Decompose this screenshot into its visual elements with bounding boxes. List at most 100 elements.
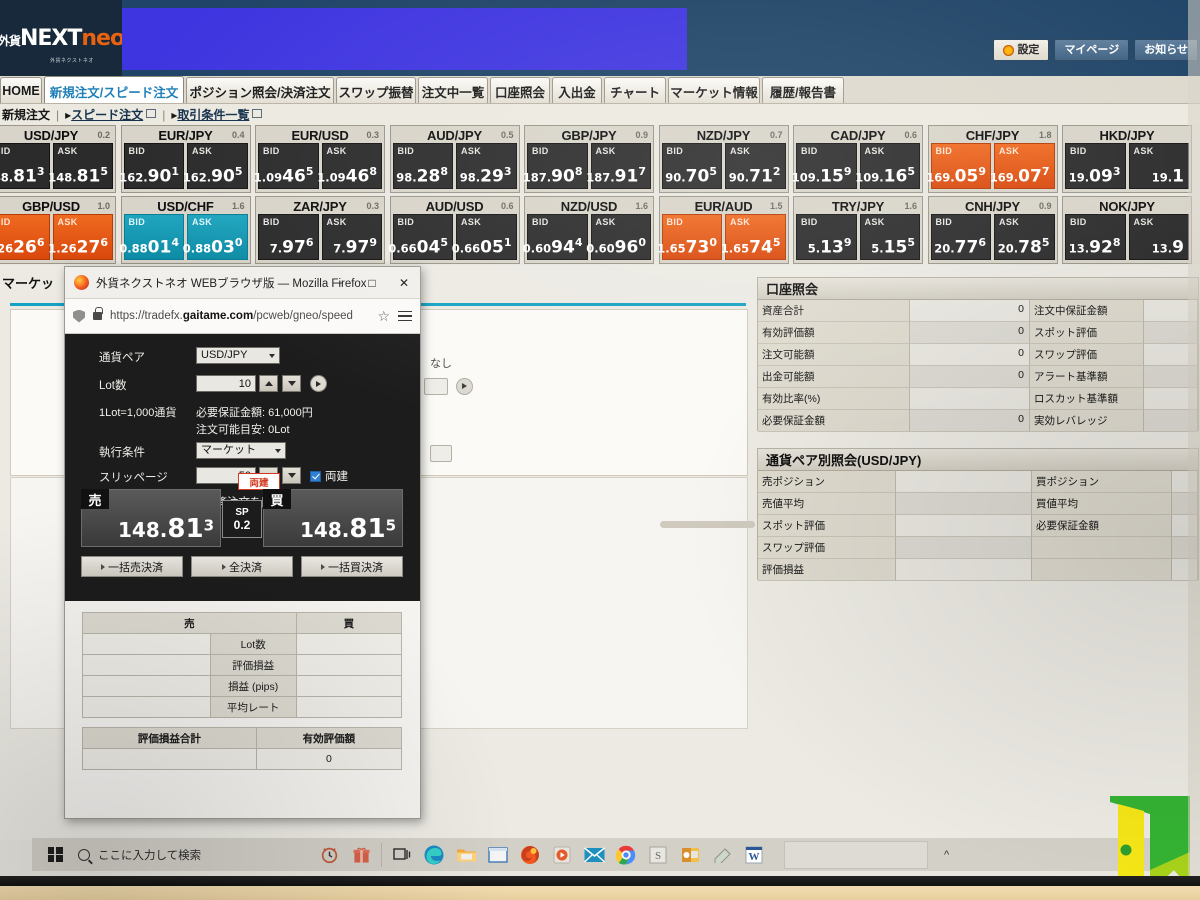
start-button[interactable] bbox=[32, 838, 78, 871]
bulk-buy-close-button[interactable]: 一括買決済 bbox=[301, 556, 403, 577]
lot-input[interactable]: 10 bbox=[196, 375, 256, 392]
tab-9[interactable]: 履歴/報告書 bbox=[762, 77, 844, 104]
bulk-sell-close-button[interactable]: 一括売決済 bbox=[81, 556, 183, 577]
bid-quote[interactable]: BID 0.66045 bbox=[388, 214, 453, 260]
ask-quote[interactable]: ASK 13.9 bbox=[1128, 214, 1189, 260]
sell-price-button[interactable]: 売 148.813 bbox=[81, 489, 221, 547]
ask-quote[interactable]: ASK 20.785 bbox=[994, 214, 1055, 260]
ask-quote[interactable]: ASK 169.077 bbox=[990, 143, 1055, 189]
ask-quote[interactable]: ASK 90.712 bbox=[725, 143, 786, 189]
settings-button[interactable]: 設定 bbox=[993, 39, 1050, 62]
tab-4[interactable]: 注文中一覧 bbox=[418, 77, 488, 104]
ask-quote[interactable]: ASK 19.1 bbox=[1128, 143, 1189, 189]
tab-1[interactable]: 新規注文/スピード注文 bbox=[44, 76, 184, 105]
ask-quote[interactable]: ASK 162.905 bbox=[183, 143, 248, 189]
bookmark-star-icon[interactable]: ☆ bbox=[377, 308, 390, 325]
rate-panel-cad-jpy[interactable]: CAD/JPY 0.6 BID 109.159 ASK 109.165 bbox=[792, 125, 923, 193]
bid-quote[interactable]: BID 90.705 bbox=[661, 143, 722, 189]
tab-2[interactable]: ポジション照会/決済注文 bbox=[186, 77, 334, 104]
lot-increment-button[interactable] bbox=[259, 375, 278, 392]
slippage-decrement-button[interactable] bbox=[282, 467, 301, 484]
rate-panel-cnh-jpy[interactable]: CNH/JPY 0.9 BID 20.776 ASK 20.785 bbox=[927, 196, 1058, 264]
bid-quote[interactable]: BID 98.288 bbox=[392, 143, 453, 189]
ask-quote[interactable]: ASK 148.815 bbox=[48, 143, 113, 189]
ask-quote[interactable]: ASK 1.65745 bbox=[721, 214, 786, 260]
bid-quote[interactable]: BID 1.26266 bbox=[0, 214, 50, 260]
task-view-icon[interactable] bbox=[386, 838, 418, 871]
taskbar-search[interactable]: ここに入力して検索 bbox=[78, 838, 313, 871]
close-all-button[interactable]: 全決済 bbox=[191, 556, 293, 577]
bid-quote[interactable]: BID 19.093 bbox=[1065, 143, 1126, 189]
bid-quote[interactable]: BID 20.776 bbox=[930, 214, 991, 260]
word-icon[interactable]: W bbox=[738, 838, 770, 871]
outlook-icon[interactable] bbox=[674, 838, 706, 871]
ask-quote[interactable]: ASK 7.979 bbox=[321, 214, 382, 260]
rate-panel-gbp-usd[interactable]: GBP/USD 1.0 BID 1.26266 ASK 1.26276 bbox=[0, 196, 116, 264]
rate-panel-nzd-usd[interactable]: NZD/USD 1.6 BID 0.60944 ASK 0.60960 bbox=[523, 196, 654, 264]
tab-3[interactable]: スワップ振替 bbox=[336, 77, 416, 104]
bid-quote[interactable]: BID 169.059 bbox=[926, 143, 991, 189]
close-button[interactable]: ✕ bbox=[388, 267, 420, 298]
file-explorer-icon[interactable] bbox=[450, 838, 482, 871]
bid-quote[interactable]: BID 0.88014 bbox=[119, 214, 184, 260]
exec-select[interactable]: マーケット bbox=[196, 442, 286, 459]
hedge-checkbox-row[interactable]: 両建 bbox=[310, 468, 348, 484]
bid-quote[interactable]: BID 1.09465 bbox=[254, 143, 319, 189]
pair-select[interactable]: USD/JPY bbox=[196, 347, 280, 364]
bid-quote[interactable]: BID 0.60944 bbox=[523, 214, 588, 260]
subnav-link-speed-order[interactable]: スピード注文 bbox=[71, 106, 143, 123]
maximize-button[interactable]: □ bbox=[356, 267, 388, 298]
bid-quote[interactable]: BID 7.976 bbox=[258, 214, 319, 260]
firefox-address-bar[interactable]: https://tradefx.gaitame.com/pcweb/gneo/s… bbox=[65, 299, 420, 334]
menu-hamburger-icon[interactable] bbox=[398, 310, 412, 322]
rate-panel-eur-aud[interactable]: EUR/AUD 1.5 BID 1.65730 ASK 1.65745 bbox=[657, 196, 789, 264]
ask-quote[interactable]: ASK 5.155 bbox=[859, 214, 920, 260]
bid-quote[interactable]: BID 148.813 bbox=[0, 143, 50, 189]
bid-quote[interactable]: BID 13.928 bbox=[1065, 214, 1126, 260]
rate-panel-aud-jpy[interactable]: AUD/JPY 0.5 BID 98.288 ASK 98.293 bbox=[389, 125, 520, 193]
tab-0[interactable]: HOME bbox=[0, 77, 42, 104]
firefox-popup-window[interactable]: 外貨ネクストネオ WEBブラウザ版 — Mozilla Firefox − □ … bbox=[64, 266, 421, 819]
edge-icon[interactable] bbox=[418, 838, 450, 871]
s-app-icon[interactable]: S bbox=[642, 838, 674, 871]
rate-panel-nzd-jpy[interactable]: NZD/JPY 0.7 BID 90.705 ASK 90.712 bbox=[658, 125, 789, 193]
bid-quote[interactable]: BID 162.901 bbox=[119, 143, 184, 189]
clock-icon[interactable] bbox=[313, 838, 345, 871]
bid-quote[interactable]: BID 5.139 bbox=[796, 214, 857, 260]
chrome-icon[interactable] bbox=[610, 838, 642, 871]
rate-panel-usd-jpy[interactable]: USD/JPY 0.2 BID 148.813 ASK 148.815 bbox=[0, 125, 116, 193]
ask-quote[interactable]: ASK 1.09468 bbox=[317, 143, 382, 189]
firefox-title-bar[interactable]: 外貨ネクストネオ WEBブラウザ版 — Mozilla Firefox − □ … bbox=[65, 267, 420, 299]
notes-icon[interactable] bbox=[706, 838, 738, 871]
lot-apply-button[interactable] bbox=[310, 375, 327, 392]
subnav-link-trade-conditions[interactable]: 取引条件一覧 bbox=[177, 106, 249, 123]
bid-quote[interactable]: BID 109.159 bbox=[792, 143, 857, 189]
ask-quote[interactable]: ASK 0.60960 bbox=[586, 214, 651, 260]
tray-expand-arrow[interactable]: ^ bbox=[944, 849, 949, 861]
rate-panel-eur-usd[interactable]: EUR/USD 0.3 BID 1.09465 ASK 1.09468 bbox=[254, 125, 385, 193]
mail-icon[interactable] bbox=[578, 838, 610, 871]
rate-panel-try-jpy[interactable]: TRY/JPY 1.6 BID 5.139 ASK 5.155 bbox=[793, 196, 923, 264]
rate-panel-eur-jpy[interactable]: EUR/JPY 0.4 BID 162.901 ASK 162.905 bbox=[119, 125, 251, 193]
minimize-button[interactable]: − bbox=[324, 267, 356, 298]
ask-quote[interactable]: ASK 0.66051 bbox=[452, 214, 517, 260]
ghost-play-button[interactable] bbox=[456, 378, 473, 395]
gift-icon[interactable] bbox=[345, 838, 377, 871]
rate-panel-usd-chf[interactable]: USD/CHF 1.6 BID 0.88014 ASK 0.88030 bbox=[119, 196, 251, 264]
ask-quote[interactable]: ASK 187.917 bbox=[586, 143, 651, 189]
firefox-icon[interactable] bbox=[514, 838, 546, 871]
window-icon[interactable] bbox=[482, 838, 514, 871]
lot-decrement-button[interactable] bbox=[282, 375, 301, 392]
hedge-checkbox[interactable] bbox=[310, 470, 321, 482]
tab-7[interactable]: チャート bbox=[604, 77, 666, 104]
horizontal-scrollbar[interactable] bbox=[660, 521, 755, 528]
rate-panel-chf-jpy[interactable]: CHF/JPY 1.8 BID 169.059 ASK 169.077 bbox=[926, 125, 1058, 193]
media-player-icon[interactable] bbox=[546, 838, 578, 871]
bid-quote[interactable]: BID 1.65730 bbox=[657, 214, 722, 260]
rate-panel-aud-usd[interactable]: AUD/USD 0.6 BID 0.66045 ASK 0.66051 bbox=[388, 196, 520, 264]
rate-panel-hkd-jpy[interactable]: HKD/JPY BID 19.093 ASK 19.1 bbox=[1062, 125, 1192, 193]
tab-6[interactable]: 入出金 bbox=[552, 77, 602, 104]
tab-5[interactable]: 口座照会 bbox=[490, 77, 550, 104]
rate-panel-zar-jpy[interactable]: ZAR/JPY 0.3 BID 7.976 ASK 7.979 bbox=[255, 196, 385, 264]
buy-price-button[interactable]: 買 148.815 bbox=[263, 489, 403, 547]
